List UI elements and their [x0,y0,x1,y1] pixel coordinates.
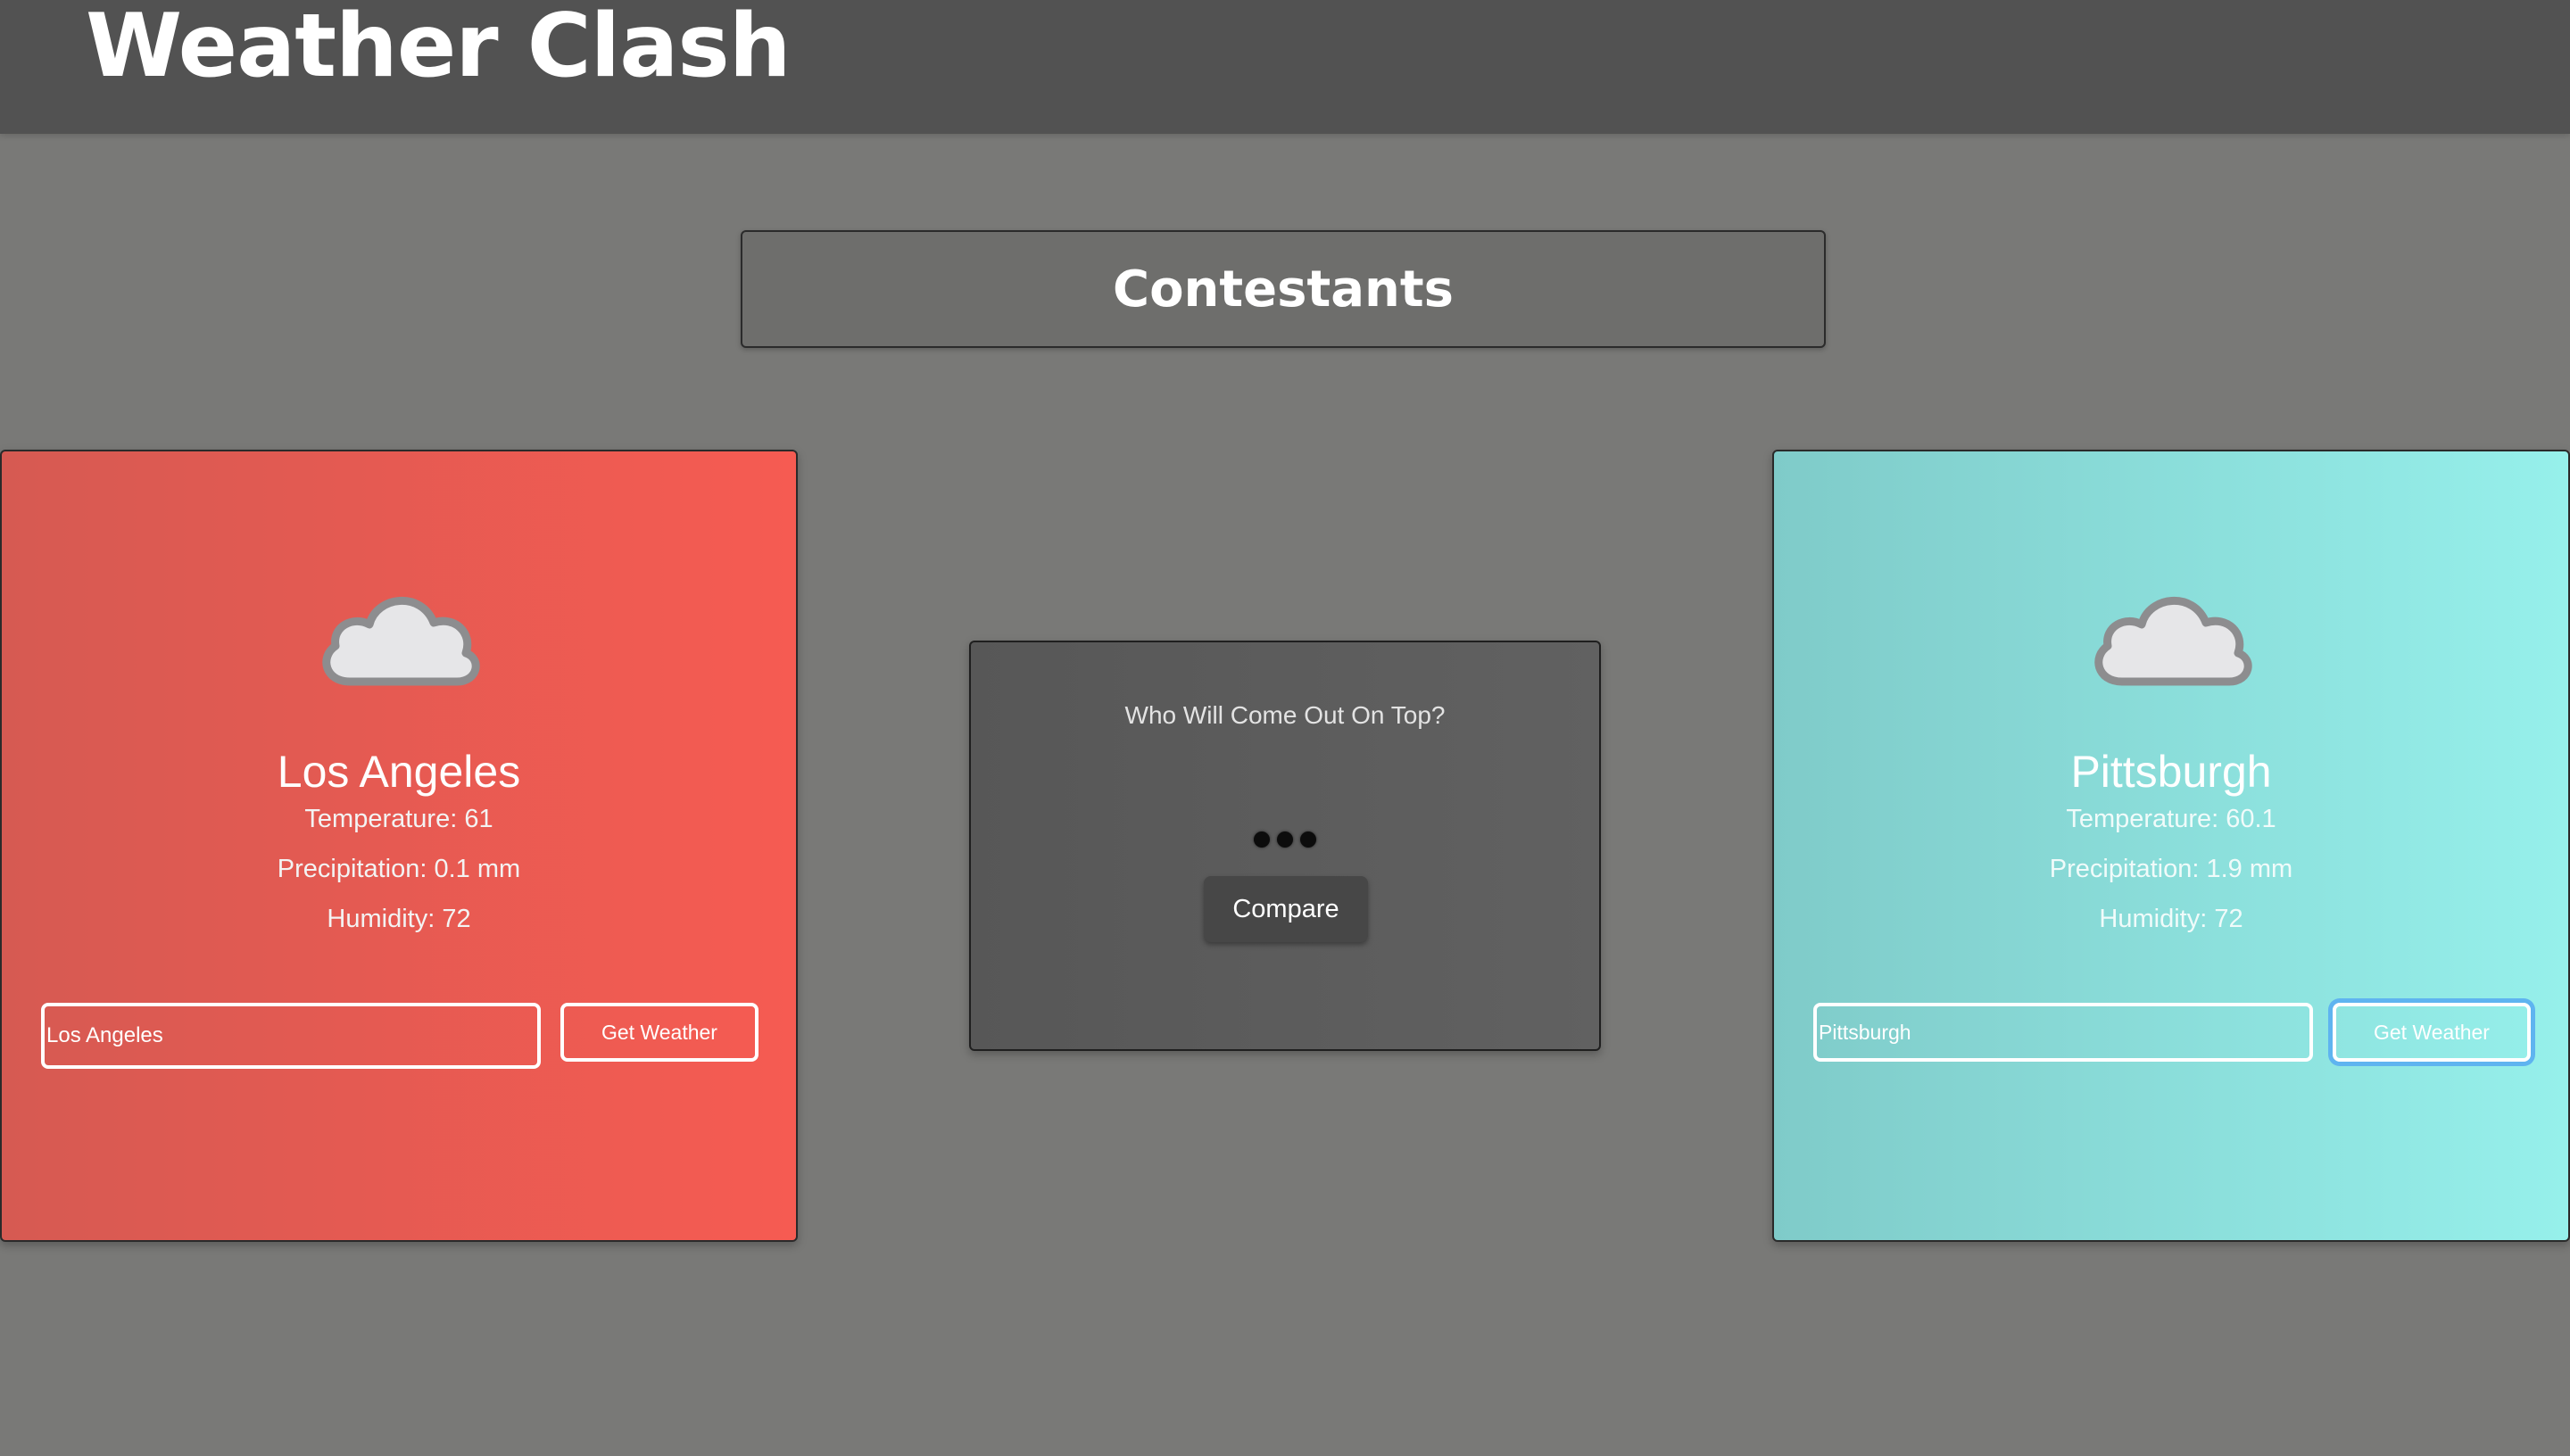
loading-dot [1254,831,1270,848]
contestants-banner: Contestants [741,230,1826,348]
temperature-value: Temperature: 61 [304,805,493,833]
app-title: Weather Clash [86,0,791,97]
contestant-card-left: Los Angeles Temperature: 61 Precipitatio… [0,450,798,1242]
get-weather-button[interactable]: Get Weather [2333,1003,2531,1062]
contestants-title: Contestants [1112,260,1455,318]
precipitation-value: Precipitation: 1.9 mm [2049,855,2293,883]
loading-dot [1300,831,1316,848]
humidity-value: Humidity: 72 [2099,905,2243,933]
three-dot-loading-icon [1254,831,1316,848]
precipitation-value: Precipitation: 0.1 mm [277,855,521,883]
loading-dot [1277,831,1293,848]
compare-question: Who Will Come Out On Top? [1124,701,1446,729]
get-weather-button[interactable]: Get Weather [560,1003,759,1062]
compare-button[interactable]: Compare [1204,876,1368,942]
city-input[interactable] [41,1003,541,1069]
city-name: Pittsburgh [2070,747,2272,797]
city-input[interactable] [1813,1003,2313,1062]
humidity-value: Humidity: 72 [327,905,471,933]
city-name: Los Angeles [277,747,521,797]
cloud-icon [322,597,480,686]
compare-panel: Who Will Come Out On Top? Compare [969,641,1601,1051]
app-header: Weather Clash [0,0,2570,134]
temperature-value: Temperature: 60.1 [2066,805,2276,833]
cloud-icon [2094,597,2252,686]
contestant-card-right: Pittsburgh Temperature: 60.1 Precipitati… [1772,450,2570,1242]
